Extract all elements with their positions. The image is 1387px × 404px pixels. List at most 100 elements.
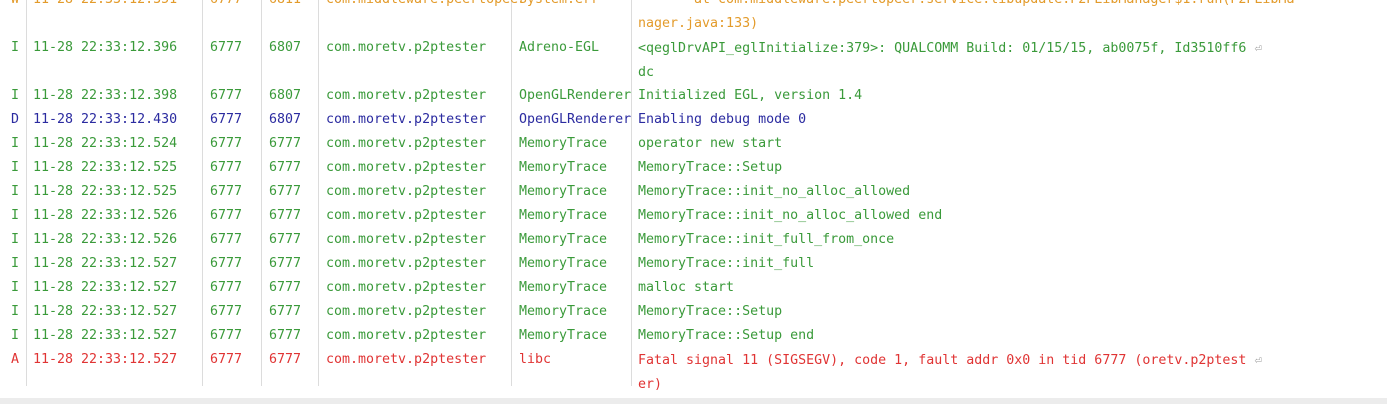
- log-message-text: Initialized EGL, version 1.4: [638, 88, 863, 103]
- log-timestamp: 11-28 22:33:12.430: [33, 112, 178, 127]
- log-application: com.moretv.p2ptester: [326, 112, 487, 127]
- log-level: I: [11, 256, 20, 271]
- log-timestamp: 11-28 22:33:12.527: [33, 304, 178, 319]
- log-level: A: [11, 352, 20, 367]
- log-row[interactable]: D 11-28 22:33:12.430 6777 6807 com.moretv.p2…: [0, 108, 1380, 132]
- log-application: com.moretv.p2ptester: [326, 280, 487, 295]
- log-message-text: MemoryTrace::init_no_alloc_allowed end: [638, 208, 943, 223]
- log-tag: OpenGLRenderer: [519, 112, 632, 127]
- log-row[interactable]: I 11-28 22:33:12.526 6777 6777 com.moretv.p2…: [0, 228, 1380, 252]
- log-application: com.moretv.p2ptester: [326, 328, 487, 343]
- log-pid: 6777: [210, 40, 243, 55]
- log-row[interactable]: A 11-28 22:33:12.527 6777 6777 com.moretv.p2…: [0, 348, 1380, 396]
- log-row[interactable]: I 11-28 22:33:12.527 6777 6777 com.moretv.p2…: [0, 252, 1380, 276]
- log-application: com.moretv.p2ptester: [326, 40, 487, 55]
- log-row[interactable]: I 11-28 22:33:12.527 6777 6777 com.moretv.p2…: [0, 300, 1380, 324]
- log-level: I: [11, 184, 20, 199]
- log-message-text: MemoryTrace::init_full_from_once: [638, 232, 895, 247]
- log-level: I: [11, 208, 20, 223]
- log-tag: MemoryTrace: [519, 328, 608, 343]
- log-message-text: MemoryTrace::Setup: [638, 160, 783, 175]
- log-tag: libc: [519, 352, 552, 367]
- log-level: I: [11, 136, 20, 151]
- log-row[interactable]: I 11-28 22:33:12.524 6777 6777 com.moretv.p2…: [0, 132, 1380, 156]
- log-timestamp: 11-28 22:33:12.351: [33, 0, 177, 12]
- log-tid: 6807: [269, 40, 302, 55]
- log-tid: 6777: [269, 232, 302, 247]
- log-message-text: MemoryTrace::Setup: [638, 304, 783, 319]
- log-pid: 6777: [210, 256, 243, 271]
- log-message: <qeglDrvAPI_eglInitialize:379>: QUALCOMM…: [638, 36, 1343, 85]
- log-level: I: [11, 328, 20, 343]
- log-tag: MemoryTrace: [519, 208, 608, 223]
- log-level: I: [11, 40, 20, 55]
- log-tid: 6777: [269, 304, 302, 319]
- log-message-text: malloc start: [638, 280, 735, 295]
- log-level: I: [11, 280, 20, 295]
- log-row[interactable]: I 11-28 22:33:12.396 6777 6807 com.moretv.p2…: [0, 36, 1380, 84]
- log-timestamp: 11-28 22:33:12.396: [33, 40, 178, 55]
- log-pid: 6777: [210, 280, 243, 295]
- log-pid: 6777: [210, 0, 242, 12]
- log-message: malloc start: [638, 276, 1343, 300]
- log-message: MemoryTrace::Setup: [638, 156, 1343, 180]
- log-row[interactable]: W 11-28 22:33:12.351 6777 6811 com.middlewar…: [0, 0, 1380, 36]
- vertical-scrollbar[interactable]: [1380, 0, 1387, 398]
- log-timestamp: 11-28 22:33:12.398: [33, 88, 178, 103]
- log-tag: Adreno-EGL: [519, 40, 600, 55]
- log-level: I: [11, 304, 20, 319]
- log-application: com.moretv.p2ptester: [326, 184, 487, 199]
- log-message-text: MemoryTrace::init_no_alloc_allowed: [638, 184, 911, 199]
- log-tid: 6811: [269, 0, 301, 12]
- log-timestamp: 11-28 22:33:12.527: [33, 352, 178, 367]
- log-pid: 6777: [210, 232, 243, 247]
- log-row[interactable]: I 11-28 22:33:12.527 6777 6777 com.moretv.p2…: [0, 276, 1380, 300]
- log-pid: 6777: [210, 136, 243, 151]
- log-message: MemoryTrace::init_full_from_once: [638, 228, 1343, 252]
- line-wrap-icon: ⏎: [1254, 41, 1262, 55]
- log-timestamp: 11-28 22:33:12.525: [33, 184, 178, 199]
- log-message: MemoryTrace::Setup: [638, 300, 1343, 324]
- log-message-continuation: nager.java:133): [638, 16, 759, 31]
- log-tid: 6777: [269, 328, 302, 343]
- logcat-table: W 11-28 22:33:12.351 6777 6811 com.middlewar…: [0, 0, 1380, 396]
- log-tag: MemoryTrace: [519, 136, 608, 151]
- log-pid: 6777: [210, 112, 243, 127]
- log-message-text: MemoryTrace::Setup end: [638, 328, 815, 343]
- log-message: MemoryTrace::init_no_alloc_allowed: [638, 180, 1343, 204]
- log-timestamp: 11-28 22:33:12.525: [33, 160, 178, 175]
- log-level: I: [11, 88, 20, 103]
- log-tid: 6777: [269, 352, 302, 367]
- log-tid: 6807: [269, 112, 302, 127]
- log-application: com.moretv.p2ptester: [326, 304, 487, 319]
- log-level: I: [11, 232, 20, 247]
- log-row[interactable]: I 11-28 22:33:12.525 6777 6777 com.moretv.p2…: [0, 180, 1380, 204]
- log-row[interactable]: I 11-28 22:33:12.398 6777 6807 com.moretv.p2…: [0, 84, 1380, 108]
- log-application: com.moretv.p2ptester: [326, 232, 487, 247]
- log-tag: MemoryTrace: [519, 160, 608, 175]
- log-pid: 6777: [210, 208, 243, 223]
- log-tid: 6777: [269, 160, 302, 175]
- horizontal-scrollbar[interactable]: [0, 398, 1387, 404]
- log-row[interactable]: I 11-28 22:33:12.527 6777 6777 com.moretv.p2…: [0, 324, 1380, 348]
- log-tid: 6807: [269, 88, 302, 103]
- log-level: I: [11, 160, 20, 175]
- log-message: MemoryTrace::Setup end: [638, 324, 1343, 348]
- log-application: com.moretv.p2ptester: [326, 160, 487, 175]
- log-timestamp: 11-28 22:33:12.527: [33, 256, 178, 271]
- log-level: D: [11, 112, 20, 127]
- log-tid: 6777: [269, 280, 302, 295]
- log-message: MemoryTrace::init_no_alloc_allowed end: [638, 204, 1343, 228]
- log-tag: OpenGLRenderer: [519, 88, 632, 103]
- log-application: com.moretv.p2ptester: [326, 256, 487, 271]
- log-application: com.moretv.p2ptester: [326, 136, 487, 151]
- log-row[interactable]: I 11-28 22:33:12.526 6777 6777 com.moretv.p2…: [0, 204, 1380, 228]
- log-timestamp: 11-28 22:33:12.526: [33, 208, 178, 223]
- log-message-text: operator new start: [638, 136, 783, 151]
- log-application: com.moretv.p2ptester: [326, 208, 487, 223]
- log-pid: 6777: [210, 88, 243, 103]
- log-row[interactable]: I 11-28 22:33:12.525 6777 6777 com.moretv.p2…: [0, 156, 1380, 180]
- log-level: W: [11, 0, 19, 12]
- log-tag: MemoryTrace: [519, 304, 608, 319]
- log-tid: 6777: [269, 184, 302, 199]
